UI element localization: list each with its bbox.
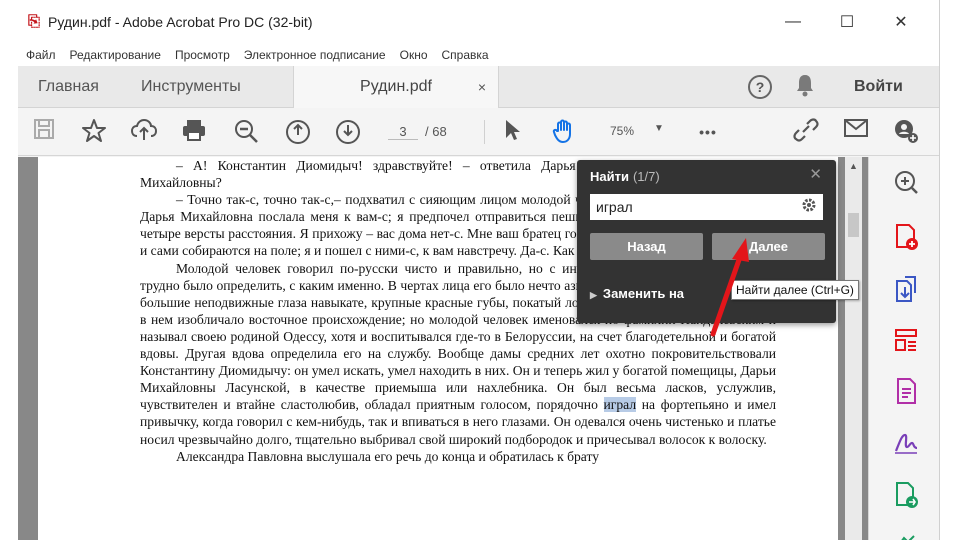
page-total: / 68 [425, 124, 447, 139]
maximize-button[interactable]: ☐ [820, 12, 874, 32]
email-icon[interactable] [842, 118, 870, 146]
sign-in-button[interactable]: Войти [854, 66, 903, 108]
paragraph-4: Александра Павловна выслушала его речь д… [176, 448, 600, 464]
tab-bar: Главная Инструменты Рудин.pdf × ? Войти [18, 66, 939, 109]
next-page-icon[interactable] [336, 120, 360, 144]
search-highlight: играл [603, 397, 637, 413]
more-tools-icon[interactable]: ••• [694, 118, 722, 146]
menu-bar: Файл Редактирование Просмотр Электронное… [18, 44, 939, 66]
print-icon[interactable] [180, 118, 208, 146]
organize-pages-icon[interactable] [891, 327, 921, 357]
menu-edit[interactable]: Редактирование [70, 48, 161, 62]
find-title-label: Найти [590, 169, 629, 184]
scrollbar-thumb[interactable] [848, 213, 859, 237]
previous-page-icon[interactable] [286, 120, 310, 144]
menu-window[interactable]: Окно [400, 48, 428, 62]
gear-icon[interactable] [801, 197, 817, 218]
replace-with-label: Заменить на [602, 286, 685, 301]
replace-with-toggle[interactable]: ▶ Заменить на [590, 286, 684, 301]
enhance-scan-icon[interactable] [891, 169, 921, 199]
save-icon[interactable] [30, 118, 58, 146]
bell-icon[interactable] [794, 73, 816, 103]
tab-close-icon[interactable]: × [478, 66, 486, 108]
window-title: Рудин.pdf - Adobe Acrobat Pro DC (32-bit… [48, 14, 313, 30]
main-toolbar: 3 / 68 75% ▼ ••• [18, 108, 939, 156]
cloud-upload-icon[interactable] [130, 118, 158, 146]
zoom-out-icon[interactable] [232, 118, 260, 146]
close-window-button[interactable]: ✕ [874, 12, 928, 32]
tab-document-label: Рудин.pdf [360, 78, 432, 95]
tab-home[interactable]: Главная [38, 66, 99, 108]
select-cursor-icon[interactable] [498, 118, 526, 146]
find-previous-button[interactable]: Назад [590, 233, 703, 260]
find-next-button[interactable]: Далее [712, 233, 825, 260]
tab-document[interactable]: Рудин.pdf × [293, 66, 499, 109]
send-for-review-icon[interactable] [891, 481, 921, 511]
tab-tools[interactable]: Инструменты [141, 66, 241, 108]
vertical-scrollbar[interactable]: ▲ [845, 157, 862, 540]
find-next-tooltip: Найти далее (Ctrl+G) [731, 280, 859, 300]
hand-tool-icon[interactable] [550, 118, 578, 146]
acrobat-window: ⎘ Рудин.pdf - Adobe Acrobat Pro DC (32-b… [18, 0, 940, 540]
find-close-icon[interactable]: ✕ [809, 165, 822, 183]
find-match-count: (1/7) [632, 169, 660, 184]
scroll-up-icon[interactable]: ▲ [845, 161, 862, 171]
menu-file[interactable]: Файл [26, 48, 56, 62]
zoom-level[interactable]: 75% [610, 124, 634, 138]
zoom-dropdown-icon[interactable]: ▼ [654, 123, 664, 134]
fill-sign-icon[interactable] [891, 429, 921, 459]
help-icon[interactable]: ? [748, 75, 772, 99]
page-number-input[interactable]: 3 [388, 124, 418, 140]
menu-help[interactable]: Справка [442, 48, 489, 62]
star-icon[interactable] [80, 118, 108, 146]
minimize-button[interactable]: — [766, 13, 820, 31]
menu-esign[interactable]: Электронное подписание [244, 48, 386, 62]
edit-pdf-icon[interactable] [891, 377, 921, 407]
find-input[interactable] [590, 194, 823, 220]
window-controls: — ☐ ✕ [766, 0, 928, 44]
find-title: Найти (1/7) [590, 169, 660, 184]
create-pdf-icon[interactable] [891, 223, 921, 253]
toolbar-divider [484, 120, 485, 144]
share-link-icon[interactable] [792, 118, 820, 146]
export-pdf-icon[interactable] [891, 275, 921, 305]
title-bar: ⎘ Рудин.pdf - Adobe Acrobat Pro DC (32-b… [18, 0, 939, 44]
right-tools-panel [868, 157, 939, 540]
acrobat-logo-icon: ⎘ [27, 13, 40, 30]
add-user-icon[interactable] [892, 118, 920, 146]
more-tools-partial-icon[interactable] [891, 527, 921, 540]
menu-view[interactable]: Просмотр [175, 48, 230, 62]
expand-caret-icon: ▶ [590, 290, 597, 300]
